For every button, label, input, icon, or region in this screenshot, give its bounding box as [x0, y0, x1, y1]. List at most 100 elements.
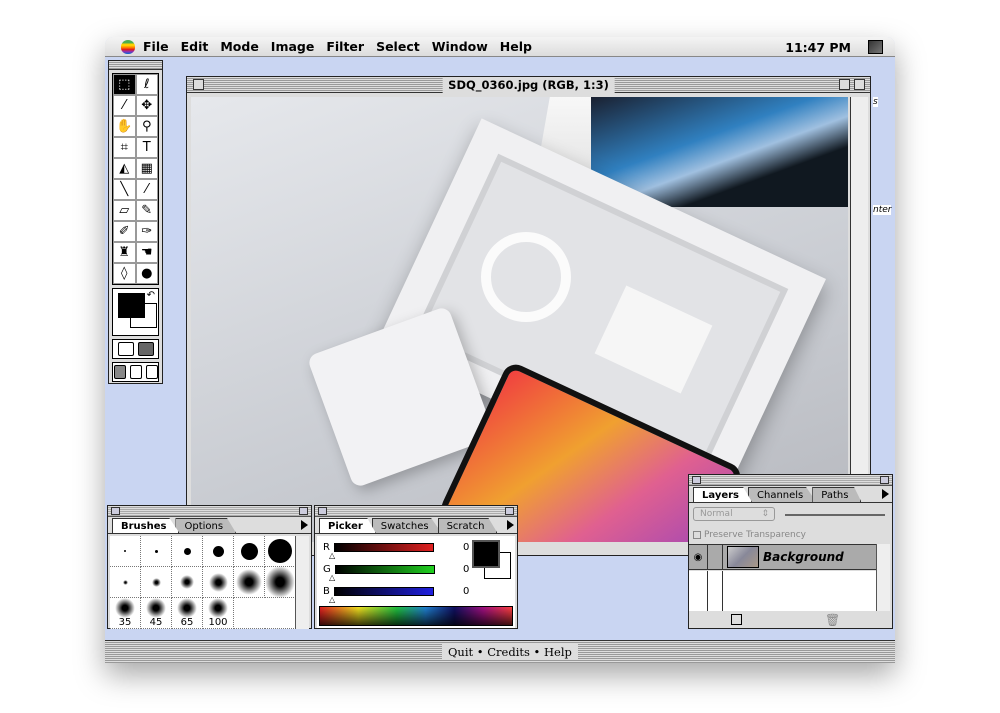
eraser-tool-icon[interactable]: ▱ [113, 200, 136, 221]
gradient-tool-icon[interactable]: ▦ [135, 158, 158, 179]
type-tool-icon[interactable]: T [135, 137, 158, 158]
quit-credits-help-links[interactable]: Quit • Credits • Help [442, 644, 578, 660]
menu-edit[interactable]: Edit [181, 39, 209, 54]
close-box-icon[interactable] [193, 79, 204, 90]
preserve-transparency-checkbox[interactable]: Preserve Transparency [693, 530, 806, 540]
full-screen-menubar-icon[interactable] [129, 365, 142, 379]
layer-row-background[interactable]: ◉ Background [689, 544, 879, 570]
tab-channels[interactable]: Channels [748, 487, 817, 502]
palette-menu-icon[interactable] [507, 520, 514, 530]
brush-preset[interactable] [110, 536, 141, 567]
swap-colors-icon[interactable]: ↶ [147, 290, 155, 301]
opacity-slider[interactable] [785, 514, 885, 516]
checkbox-icon[interactable] [693, 531, 701, 539]
brush-preset[interactable]: 35 [110, 598, 141, 629]
close-box-icon[interactable] [318, 507, 327, 515]
close-box-icon[interactable] [692, 476, 701, 484]
channel-slider-b[interactable]: B 0 △ [323, 586, 469, 604]
channel-gradient-bar[interactable] [334, 565, 435, 574]
menu-filter[interactable]: Filter [326, 39, 364, 54]
magic-wand-tool-icon[interactable]: ⁄ [113, 95, 136, 116]
new-layer-icon[interactable] [731, 614, 742, 625]
brush-preset[interactable] [172, 567, 203, 598]
collapse-box-icon[interactable] [854, 79, 865, 90]
move-tool-icon[interactable]: ✥ [135, 95, 158, 116]
brush-preset[interactable] [234, 567, 265, 598]
close-box-icon[interactable] [111, 507, 120, 515]
full-screen-mode-icon[interactable] [145, 365, 158, 379]
foreground-color[interactable] [472, 540, 500, 568]
menu-help[interactable]: Help [500, 39, 532, 54]
layers-scrollbar[interactable] [876, 544, 890, 611]
brush-preset[interactable] [265, 566, 296, 598]
brush-preset[interactable] [234, 536, 265, 567]
apple-menu-icon[interactable] [121, 39, 135, 54]
channel-gradient-bar[interactable] [333, 543, 434, 552]
trash-icon[interactable]: 🗑 [825, 613, 840, 627]
eyedropper-tool-icon[interactable]: ⁄ [135, 179, 158, 200]
brush-preset[interactable] [141, 567, 172, 598]
lasso-tool-icon[interactable]: ℓ [135, 74, 158, 95]
paint-bucket-tool-icon[interactable]: ◭ [113, 158, 136, 179]
palette-menu-icon[interactable] [882, 489, 889, 499]
brush-preset[interactable] [172, 536, 203, 567]
hand-tool-icon[interactable]: ✋ [113, 116, 136, 137]
crop-tool-icon[interactable]: ⌗ [113, 137, 136, 158]
menu-file[interactable]: File [143, 39, 169, 54]
brush-preset[interactable] [203, 536, 234, 567]
slider-thumb-icon[interactable]: △ [329, 551, 335, 560]
application-menu-icon[interactable] [868, 40, 883, 54]
tab-picker[interactable]: Picker [319, 518, 376, 533]
tab-paths[interactable]: Paths [812, 487, 862, 502]
line-tool-icon[interactable]: ╲ [113, 179, 136, 200]
menu-window[interactable]: Window [432, 39, 488, 54]
document-title-bar[interactable]: SDQ_0360.jpg (RGB, 1:3) [187, 77, 870, 93]
blur-tool-icon[interactable]: ◊ [113, 263, 136, 284]
brush-preset[interactable]: 45 [141, 598, 172, 629]
zoom-box-icon[interactable] [505, 507, 514, 515]
brush-preset[interactable] [110, 567, 141, 598]
channel-slider-r[interactable]: R 0 △ [323, 542, 469, 560]
zoom-tool-icon[interactable]: ⚲ [135, 116, 158, 137]
pencil-tool-icon[interactable]: ✎ [135, 200, 158, 221]
marquee-tool-icon[interactable]: ⬚ [113, 74, 136, 95]
brush-preset[interactable] [203, 567, 234, 598]
color-spectrum-bar[interactable] [319, 606, 513, 626]
slider-thumb-icon[interactable]: △ [329, 573, 335, 582]
menu-mode[interactable]: Mode [220, 39, 258, 54]
foreground-color[interactable] [118, 293, 145, 318]
tab-options[interactable]: Options [175, 518, 237, 533]
menu-image[interactable]: Image [271, 39, 315, 54]
color-swatches[interactable]: ↶ [112, 288, 159, 336]
slider-thumb-icon[interactable]: △ [329, 595, 335, 604]
rubber-stamp-tool-icon[interactable]: ♜ [113, 242, 136, 263]
zoom-box-icon[interactable] [880, 476, 889, 484]
zoom-box-icon[interactable] [299, 507, 308, 515]
brush-preset [234, 598, 265, 629]
quick-mask-mode-icon[interactable] [137, 342, 154, 356]
eye-visibility-icon[interactable]: ◉ [689, 552, 707, 563]
brush-preset[interactable] [141, 536, 172, 567]
tab-scratch[interactable]: Scratch [437, 518, 498, 533]
toolbox-title-bar[interactable] [109, 61, 162, 70]
zoom-box-icon[interactable] [839, 79, 850, 90]
brush-preset[interactable]: 65 [172, 598, 203, 629]
dodge-tool-icon[interactable]: ● [135, 263, 158, 284]
paintbrush-tool-icon[interactable]: ✑ [135, 221, 158, 242]
channel-gradient-bar[interactable] [333, 587, 434, 596]
brush-preset[interactable]: 100 [203, 598, 234, 629]
brushes-scrollbar[interactable] [295, 536, 309, 629]
standard-mode-icon[interactable] [117, 342, 134, 356]
tab-brushes[interactable]: Brushes [112, 518, 180, 533]
smudge-tool-icon[interactable]: ☚ [135, 242, 158, 263]
menu-select[interactable]: Select [376, 39, 420, 54]
tab-layers[interactable]: Layers [693, 487, 752, 502]
blend-mode-select[interactable]: Normal ⇕ [693, 507, 775, 521]
tab-swatches[interactable]: Swatches [371, 518, 442, 533]
channel-slider-g[interactable]: G 0 △ [323, 564, 469, 582]
standard-screen-mode-icon[interactable] [113, 365, 126, 379]
airbrush-tool-icon[interactable]: ✐ [113, 221, 136, 242]
brush-preset[interactable] [265, 536, 296, 567]
palette-menu-icon[interactable] [301, 520, 308, 530]
clock[interactable]: 11:47 PM [785, 40, 851, 55]
